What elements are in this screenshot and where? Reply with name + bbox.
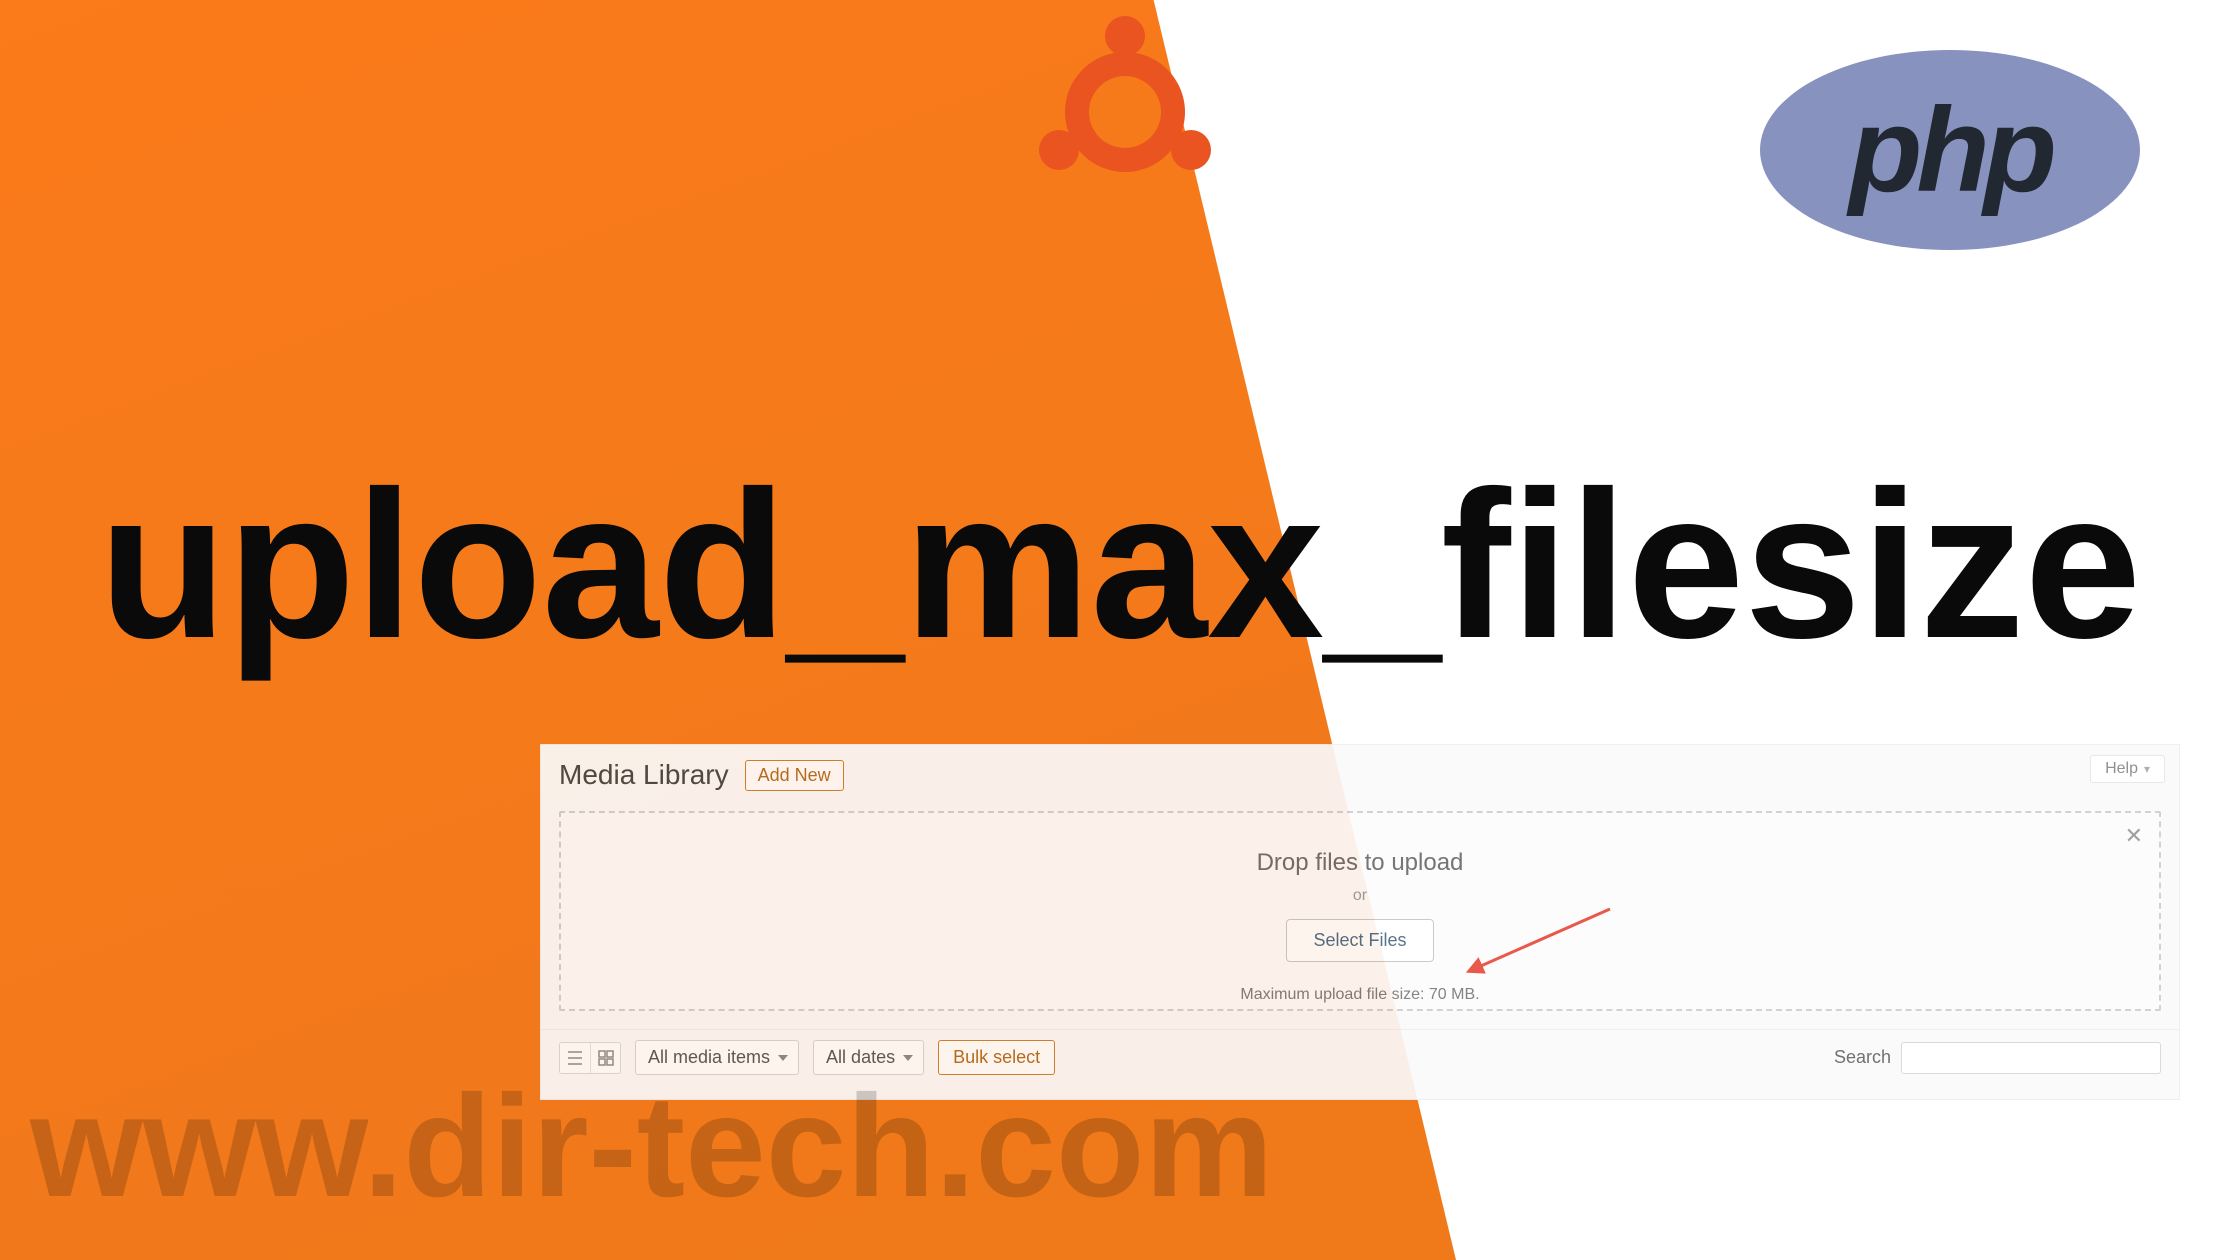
watermark-url: www.dir-tech.com [30, 1063, 1273, 1230]
help-dropdown[interactable]: Help ▾ [2090, 755, 2165, 783]
dropzone-title: Drop files to upload [581, 849, 2139, 877]
search-input[interactable] [1901, 1042, 2161, 1074]
upload-dropzone[interactable]: ✕ Drop files to upload or Select Files M… [559, 811, 2161, 1011]
dropzone-or: or [581, 887, 2139, 905]
chevron-down-icon: ▾ [2144, 762, 2150, 776]
php-logo-icon: php [1760, 50, 2140, 250]
search-label: Search [1834, 1047, 1891, 1068]
help-label: Help [2105, 760, 2138, 777]
red-arrow-icon [1460, 903, 1620, 983]
media-library-title: Media Library [559, 759, 729, 791]
close-icon[interactable]: ✕ [2125, 823, 2143, 849]
media-library-panel: Media Library Add New Help ▾ ✕ Drop files… [540, 744, 2180, 1100]
max-upload-size-note: Maximum upload file size: 70 MB. [581, 986, 2139, 1004]
main-heading: upload_max_filesize [0, 460, 2240, 670]
add-new-button[interactable]: Add New [745, 760, 844, 791]
php-logo-text: php [1849, 81, 2051, 219]
ubuntu-logo-icon [1025, 12, 1225, 212]
select-files-button[interactable]: Select Files [1286, 919, 1433, 962]
